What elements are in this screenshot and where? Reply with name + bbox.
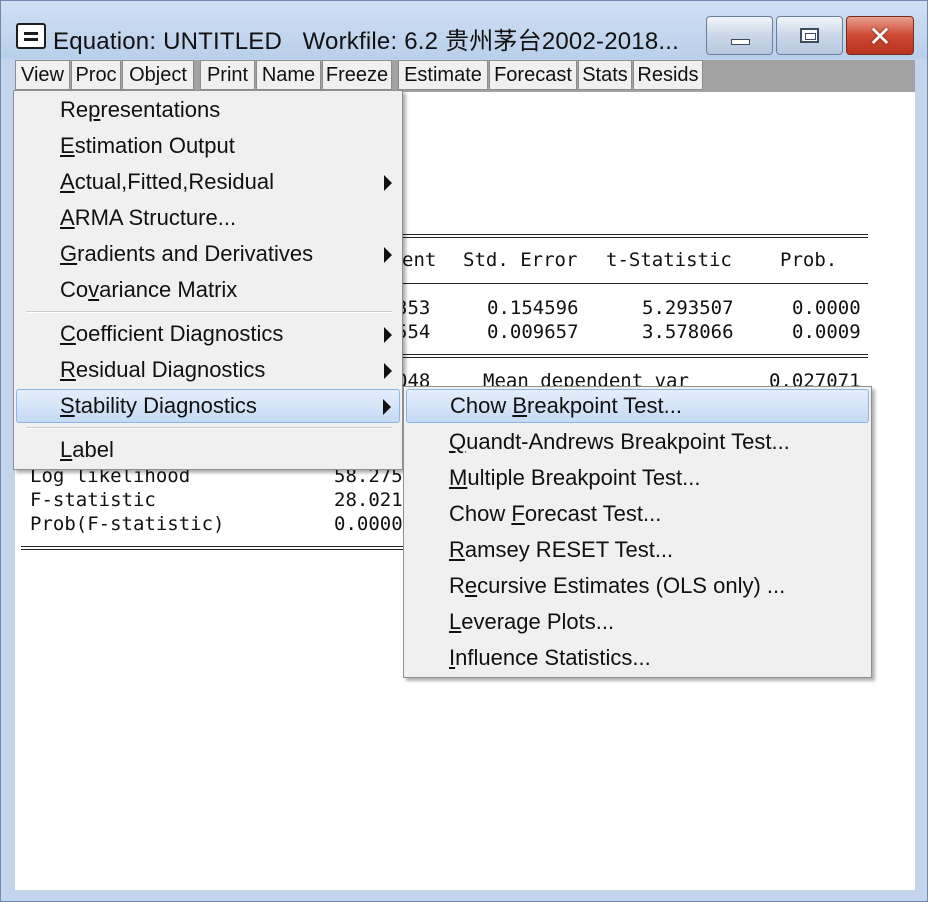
prob-f-value: 0.0000 bbox=[334, 513, 403, 535]
menu-item-representations[interactable]: Representations bbox=[16, 93, 400, 127]
submenu-arrow-icon bbox=[384, 175, 392, 191]
prob-header: Prob. bbox=[780, 249, 838, 271]
name-button[interactable]: Name bbox=[256, 60, 321, 90]
std-error-2: 0.009657 bbox=[487, 321, 579, 343]
prob-f-label: Prob(F-statistic) bbox=[30, 513, 225, 535]
table-rule bbox=[21, 546, 410, 550]
close-button[interactable]: ✕ bbox=[846, 16, 914, 55]
view-button[interactable]: View bbox=[15, 60, 70, 90]
freeze-button[interactable]: Freeze bbox=[322, 60, 392, 90]
header-rule bbox=[401, 283, 868, 284]
submenu-arrow-icon bbox=[383, 399, 391, 415]
forecast-button[interactable]: Forecast bbox=[489, 60, 577, 90]
menu-item-stability-diagnostics[interactable]: Stability Diagnostics bbox=[16, 389, 400, 423]
maximize-button[interactable] bbox=[776, 16, 843, 55]
menu-item-leverage-plots[interactable]: Leverage Plots... bbox=[406, 605, 869, 639]
menu-item-quandt-andrews-test[interactable]: Quandt-Andrews Breakpoint Test... bbox=[406, 425, 869, 459]
t-stat-header: t-Statistic bbox=[606, 249, 732, 271]
menu-separator bbox=[26, 427, 392, 429]
menu-item-ramsey-reset-test[interactable]: Ramsey RESET Test... bbox=[406, 533, 869, 567]
prob-2: 0.0009 bbox=[792, 321, 861, 343]
table-rule bbox=[401, 354, 868, 358]
coef-header-fragment: ent bbox=[402, 249, 437, 271]
std-error-1: 0.154596 bbox=[487, 297, 579, 319]
stats-button[interactable]: Stats bbox=[578, 60, 632, 90]
t-stat-1: 5.293507 bbox=[642, 297, 734, 319]
stability-diagnostics-submenu: Chow Breakpoint Test... Quandt-Andrews B… bbox=[403, 386, 872, 678]
menu-item-residual-diagnostics[interactable]: Residual Diagnostics bbox=[16, 353, 400, 387]
toolbar: View Proc Object Print Name Freeze Estim… bbox=[15, 60, 915, 92]
menu-item-multiple-breakpoint-test[interactable]: Multiple Breakpoint Test... bbox=[406, 461, 869, 495]
estimate-button[interactable]: Estimate bbox=[398, 60, 488, 90]
t-stat-2: 3.578066 bbox=[642, 321, 734, 343]
menu-item-label[interactable]: Label bbox=[16, 433, 400, 467]
window-title: Equation: UNTITLED Workfile: 6.2 贵州茅台200… bbox=[53, 28, 680, 55]
f-statistic-value: 28.021 bbox=[334, 489, 403, 511]
proc-button[interactable]: Proc bbox=[71, 60, 121, 90]
submenu-arrow-icon bbox=[384, 327, 392, 343]
menu-item-recursive-estimates[interactable]: Recursive Estimates (OLS only) ... bbox=[406, 569, 869, 603]
menu-item-arma-structure[interactable]: ARMA Structure... bbox=[16, 201, 400, 235]
view-menu: Representations Estimation Output Actual… bbox=[13, 90, 403, 470]
system-menu-icon[interactable] bbox=[16, 23, 46, 49]
print-button[interactable]: Print bbox=[200, 60, 255, 90]
menu-item-chow-forecast-test[interactable]: Chow Forecast Test... bbox=[406, 497, 869, 531]
menu-item-chow-breakpoint-test[interactable]: Chow Breakpoint Test... bbox=[406, 389, 869, 423]
menu-item-estimation-output[interactable]: Estimation Output bbox=[16, 129, 400, 163]
std-error-header: Std. Error bbox=[463, 249, 578, 271]
menu-separator bbox=[26, 311, 392, 313]
menu-item-coefficient-diagnostics[interactable]: Coefficient Diagnostics bbox=[16, 317, 400, 351]
maximize-icon bbox=[800, 28, 819, 43]
prob-1: 0.0000 bbox=[792, 297, 861, 319]
submenu-arrow-icon bbox=[384, 363, 392, 379]
table-rule bbox=[401, 234, 868, 238]
menu-item-influence-statistics[interactable]: Influence Statistics... bbox=[406, 641, 869, 675]
menu-item-covariance-matrix[interactable]: Covariance Matrix bbox=[16, 273, 400, 307]
resids-button[interactable]: Resids bbox=[633, 60, 703, 90]
menu-item-actual-fitted-residual[interactable]: Actual,Fitted,Residual bbox=[16, 165, 400, 199]
close-icon: ✕ bbox=[868, 20, 892, 53]
menu-item-gradients-derivatives[interactable]: Gradients and Derivatives bbox=[16, 237, 400, 271]
minimize-button[interactable] bbox=[706, 16, 773, 55]
submenu-arrow-icon bbox=[384, 247, 392, 263]
title-bar[interactable]: Equation: UNTITLED Workfile: 6.2 贵州茅台200… bbox=[1, 1, 927, 59]
f-statistic-label: F-statistic bbox=[30, 489, 156, 511]
minimize-icon bbox=[731, 39, 750, 45]
object-button[interactable]: Object bbox=[122, 60, 194, 90]
